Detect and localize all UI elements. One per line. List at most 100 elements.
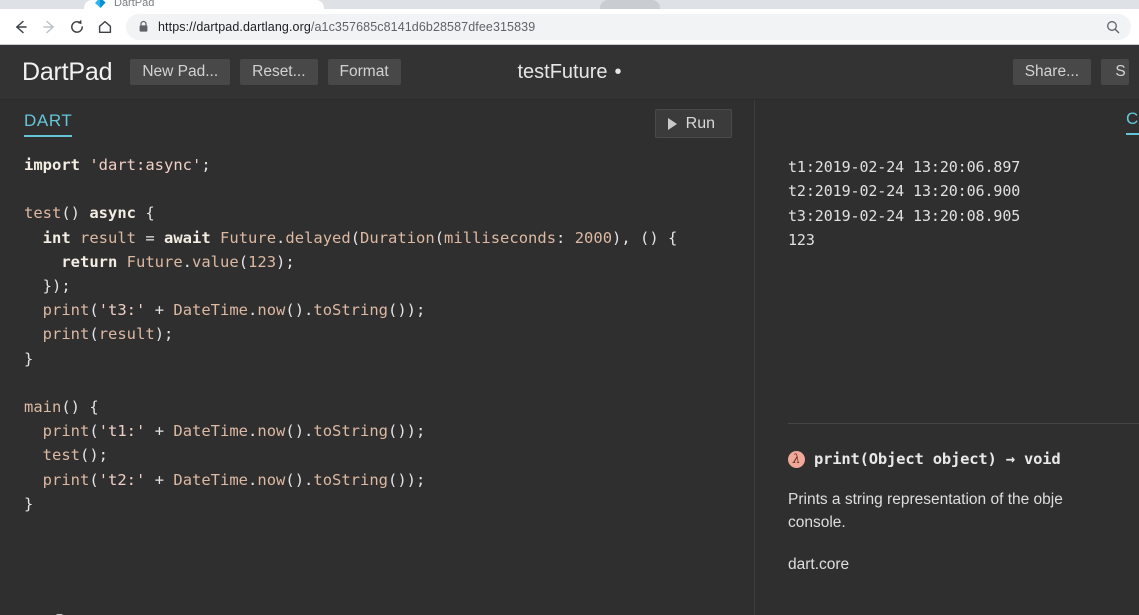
address-bar-url: https://dartpad.dartlang.org/a1c357685c8… — [158, 20, 1099, 34]
code-token: (). — [285, 301, 314, 320]
code-token: ()); — [388, 470, 426, 489]
tab-console[interactable]: C — [1126, 109, 1139, 135]
browser-chrome: DartPad https://dartpad.dartlang.org/a1c… — [0, 0, 1139, 45]
code-token: await — [164, 228, 211, 247]
doc-signature: print(Object object) → void — [814, 450, 1061, 468]
reset-button[interactable]: Reset... — [240, 59, 318, 85]
zoom-magnifier-icon[interactable] — [1105, 19, 1121, 35]
back-arrow-icon[interactable] — [8, 14, 34, 40]
code-token: } — [24, 494, 34, 513]
code-token: toString — [313, 470, 389, 489]
code-token: (). — [285, 422, 314, 441]
address-bar[interactable]: https://dartpad.dartlang.org/a1c357685c8… — [126, 13, 1131, 40]
code-token: (); — [80, 446, 108, 465]
code-line: } — [24, 495, 33, 513]
code-token: 't3:' — [98, 301, 146, 320]
code-token: ( — [238, 252, 249, 271]
code-editor[interactable]: import 'dart:async'; ​ test() async { in… — [0, 147, 754, 615]
code-line: print(result); — [24, 325, 174, 344]
browser-tab-inactive[interactable] — [600, 0, 660, 9]
code-token: . — [248, 470, 258, 489]
code-line: test() async { — [24, 204, 155, 222]
code-token: . — [248, 301, 258, 320]
code-token: toString — [313, 301, 389, 320]
code-token: 't1:' — [98, 422, 146, 441]
doc-library: dart.core — [788, 556, 850, 573]
code-line: return Future.value(123); — [24, 252, 295, 271]
code-token: = — [136, 228, 165, 247]
code-token: now — [257, 470, 286, 489]
code-token: (). — [285, 470, 314, 489]
code-line: print('t3:' + DateTime.now().toString())… — [24, 301, 426, 320]
code-token: delayed — [285, 228, 351, 247]
lambda-function-icon: λ — [788, 450, 805, 468]
code-token: milliseconds — [444, 228, 557, 247]
code-token: ( — [89, 301, 99, 320]
samples-button[interactable]: S — [1101, 59, 1129, 85]
pad-title: testFuture — [517, 60, 608, 83]
console-tabbar: C — [755, 100, 1139, 147]
code-line: test(); — [24, 446, 108, 464]
new-pad-button[interactable]: New Pad... — [130, 59, 231, 85]
doc-description-line2: console. — [788, 513, 846, 531]
code-token: 'dart:async' — [89, 156, 202, 174]
doc-description-line1: Prints a string representation of the ob… — [788, 491, 1063, 508]
code-token: ( — [89, 325, 99, 344]
code-token: DateTime — [173, 301, 249, 320]
code-token: () { — [61, 398, 99, 417]
home-icon[interactable] — [92, 14, 118, 40]
console-output: t1:2019-02-24 13:20:06.897 t2:2019-02-24… — [788, 158, 1021, 249]
doc-description: Prints a string representation of the ob… — [788, 489, 1139, 534]
code-token: ); — [276, 252, 295, 271]
code-token: ( — [350, 228, 361, 247]
code-token: print — [42, 325, 90, 344]
app-header-right-actions: Share... S — [1012, 45, 1139, 99]
code-token: . — [276, 228, 286, 247]
forward-arrow-icon — [36, 14, 62, 40]
code-token: value — [192, 252, 239, 271]
code-token: main — [24, 398, 62, 417]
code-token: . — [248, 422, 258, 441]
tab-dart[interactable]: DART — [24, 111, 73, 137]
code-token: int — [42, 228, 71, 247]
code-token: print — [42, 470, 90, 489]
code-token: test — [24, 204, 62, 223]
code-token: 123 — [248, 252, 277, 271]
code-token: . — [182, 252, 193, 271]
code-line: print('t2:' + DateTime.now().toString())… — [24, 470, 426, 489]
app-brand-title: DartPad — [22, 57, 113, 86]
browser-tabstrip: DartPad — [0, 0, 1139, 9]
browser-toolbar: https://dartpad.dartlang.org/a1c357685c8… — [0, 9, 1139, 45]
editor-tabbar: DART Run — [0, 100, 754, 147]
unsaved-changes-marker: • — [614, 60, 622, 83]
code-token: Duration — [360, 228, 435, 247]
code-token: 2000 — [574, 228, 613, 247]
code-line: int result = await Future.delayed(Durati… — [24, 228, 678, 247]
code-token: ()); — [388, 422, 426, 441]
code-token: import — [24, 156, 80, 174]
documentation-panel: λ print(Object object) → void Prints a s… — [755, 424, 1139, 615]
code-token: 't2:' — [98, 470, 146, 489]
code-token: async — [89, 204, 136, 223]
reload-icon[interactable] — [64, 14, 90, 40]
code-token: now — [257, 422, 286, 441]
code-token: } — [24, 349, 34, 368]
code-token: DateTime — [173, 470, 249, 489]
main-split: DART Run import 'dart:async'; ​ test() a… — [0, 100, 1139, 615]
run-button-label: Run — [685, 114, 715, 132]
code-token: result — [80, 228, 137, 247]
browser-tab-dartpad[interactable]: DartPad — [84, 0, 324, 9]
play-triangle-icon — [667, 117, 677, 130]
app-header: DartPad New Pad... Reset... Format testF… — [0, 45, 1139, 100]
code-line: import 'dart:async'; — [24, 156, 211, 174]
format-button[interactable]: Format — [327, 59, 401, 85]
doc-signature-row: λ print(Object object) → void — [788, 450, 1139, 468]
run-button[interactable]: Run — [654, 109, 732, 138]
code-line: } — [24, 350, 33, 368]
share-button[interactable]: Share... — [1012, 59, 1091, 85]
code-token: toString — [313, 422, 389, 441]
